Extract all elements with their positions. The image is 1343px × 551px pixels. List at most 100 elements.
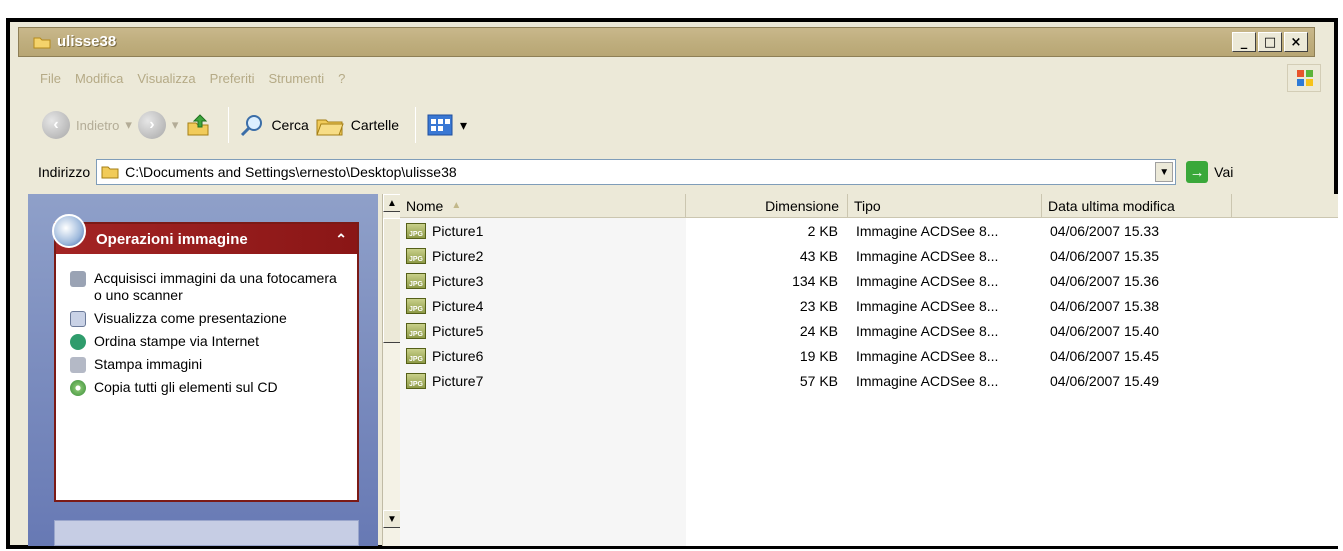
- task-list: Acquisisci immagini da una fotocamera o …: [70, 270, 347, 396]
- back-button[interactable]: ‹ Indietro ▾: [42, 111, 132, 139]
- go-label: Vai: [1214, 164, 1234, 180]
- file-name: Picture1: [432, 222, 484, 239]
- task-label: Acquisisci immagini da una fotocamera o …: [94, 270, 337, 303]
- file-size: 2 KB: [807, 222, 838, 239]
- task-order-prints[interactable]: Ordina stampe via Internet: [70, 333, 347, 350]
- file-type: Immagine ACDSee 8...: [856, 347, 999, 364]
- file-name: Picture3: [432, 272, 484, 289]
- collapse-icon[interactable]: ⌃: [335, 231, 347, 248]
- up-folder-button[interactable]: [184, 111, 212, 139]
- file-name: Picture2: [432, 247, 484, 264]
- file-date: 04/06/2007 15.45: [1050, 347, 1159, 364]
- views-button[interactable]: ▾: [426, 113, 467, 137]
- cd-icon: [70, 380, 86, 396]
- task-acquire-images[interactable]: Acquisisci immagini da una fotocamera o …: [70, 270, 347, 304]
- menu-modifica[interactable]: Modifica: [75, 71, 123, 86]
- go-button[interactable]: → Vai: [1186, 161, 1233, 183]
- table-row[interactable]: JPG Picture5 24 KB Immagine ACDSee 8... 04/0…: [400, 318, 1338, 343]
- jpg-file-icon: JPG: [406, 247, 426, 264]
- file-name-cell[interactable]: JPG Picture7: [400, 368, 686, 393]
- column-header-name[interactable]: Nome ▲: [400, 194, 686, 217]
- toolbar-separator: [415, 107, 417, 143]
- address-dropdown-button[interactable]: ▼: [1155, 162, 1174, 182]
- back-arrow-icon: ‹: [42, 111, 70, 139]
- jpg-file-icon: JPG: [406, 222, 426, 239]
- file-date: 04/06/2007 15.40: [1050, 322, 1159, 339]
- task-panel-header[interactable]: Operazioni immagine ⌃: [52, 214, 357, 254]
- column-date-label: Data ultima modifica: [1048, 197, 1175, 214]
- address-bar: Indirizzo C:\Documents and Settings\erne…: [28, 157, 1300, 187]
- file-date: 04/06/2007 15.33: [1050, 222, 1159, 239]
- maximize-button[interactable]: □: [1258, 32, 1282, 52]
- forward-button[interactable]: › ▾: [137, 111, 179, 139]
- menu-visualizza[interactable]: Visualizza: [137, 71, 195, 86]
- search-button[interactable]: Cerca: [239, 112, 309, 138]
- jpg-file-icon: JPG: [406, 272, 426, 289]
- chevron-down-icon: ▾: [171, 117, 179, 132]
- file-type: Immagine ACDSee 8...: [856, 222, 999, 239]
- file-date: 04/06/2007 15.35: [1050, 247, 1159, 264]
- close-button[interactable]: ×: [1284, 32, 1308, 52]
- menu-help[interactable]: ?: [338, 71, 345, 86]
- column-header-type[interactable]: Tipo: [848, 194, 1042, 217]
- image-tasks-panel: Operazioni immagine ⌃ Acquisisci immagin…: [52, 214, 359, 502]
- column-header-size[interactable]: Dimensione: [686, 194, 848, 217]
- file-name-cell[interactable]: JPG Picture4: [400, 293, 686, 318]
- table-row[interactable]: JPG Picture7 57 KB Immagine ACDSee 8... 04/0…: [400, 368, 1338, 393]
- file-date: 04/06/2007 15.36: [1050, 272, 1159, 289]
- file-name-cell[interactable]: JPG Picture5: [400, 318, 686, 343]
- menu-file[interactable]: File: [40, 71, 61, 86]
- menu-preferiti[interactable]: Preferiti: [210, 71, 255, 86]
- table-row[interactable]: JPG Picture3 134 KB Immagine ACDSee 8... 04/…: [400, 268, 1338, 293]
- camera-icon: [70, 271, 86, 287]
- table-row[interactable]: JPG Picture2 43 KB Immagine ACDSee 8... 04/0…: [400, 243, 1338, 268]
- column-type-label: Tipo: [854, 197, 881, 214]
- file-type: Immagine ACDSee 8...: [856, 247, 999, 264]
- task-slideshow[interactable]: Visualizza come presentazione: [70, 310, 347, 327]
- task-label: Visualizza come presentazione: [94, 310, 287, 326]
- file-type: Immagine ACDSee 8...: [856, 297, 999, 314]
- file-name-cell[interactable]: JPG Picture1: [400, 218, 686, 243]
- folders-label: Cartelle: [350, 117, 400, 133]
- task-copy-to-cd[interactable]: Copia tutti gli elementi sul CD: [70, 379, 347, 396]
- file-size: 57 KB: [799, 372, 838, 389]
- column-header-date[interactable]: Data ultima modifica: [1042, 194, 1232, 217]
- next-task-panel-header[interactable]: [54, 520, 359, 546]
- file-name: Picture6: [432, 347, 484, 364]
- file-name-cell[interactable]: JPG Picture2: [400, 243, 686, 268]
- scroll-up-button[interactable]: ▲: [383, 194, 401, 212]
- file-name: Picture7: [432, 372, 484, 389]
- file-date: 04/06/2007 15.49: [1050, 372, 1159, 389]
- table-row[interactable]: JPG Picture4 23 KB Immagine ACDSee 8... 04/0…: [400, 293, 1338, 318]
- minimize-button[interactable]: _: [1232, 32, 1256, 52]
- menu-strumenti[interactable]: Strumenti: [268, 71, 324, 86]
- sort-ascending-icon: ▲: [451, 200, 462, 211]
- printer-icon: [70, 357, 86, 373]
- folder-icon: [101, 166, 119, 179]
- folders-button[interactable]: Cartelle: [315, 112, 399, 138]
- chevron-down-icon: ▾: [460, 116, 468, 133]
- chevron-down-icon: ▾: [125, 117, 132, 132]
- list-header: Nome ▲ Dimensione Tipo Data ultima modif…: [400, 194, 1338, 218]
- task-label: Copia tutti gli elementi sul CD: [94, 379, 278, 395]
- address-field[interactable]: C:\Documents and Settings\ernesto\Deskto…: [96, 159, 1177, 185]
- table-row[interactable]: JPG Picture6 19 KB Immagine ACDSee 8... 04/0…: [400, 343, 1338, 368]
- scroll-thumb[interactable]: [383, 218, 401, 343]
- file-list: Nome ▲ Dimensione Tipo Data ultima modif…: [400, 194, 1338, 546]
- address-value: C:\Documents and Settings\ernesto\Deskto…: [125, 164, 457, 180]
- file-name-cell[interactable]: JPG Picture6: [400, 343, 686, 368]
- scroll-down-button[interactable]: ▼: [383, 510, 401, 528]
- task-pane-scrollbar[interactable]: ▲ ▼: [382, 194, 401, 546]
- folders-icon: [316, 119, 344, 136]
- window-title: ulisse38: [57, 33, 117, 50]
- menu-bar: File Modifica Visualizza Preferiti Strum…: [28, 64, 1300, 92]
- title-bar[interactable]: ulisse38 _ □ ×: [18, 27, 1315, 57]
- table-row[interactable]: JPG Picture1 2 KB Immagine ACDSee 8... 04/06…: [400, 218, 1338, 243]
- task-print-images[interactable]: Stampa immagini: [70, 356, 347, 373]
- windows-logo-icon: [1287, 64, 1321, 92]
- file-name-cell[interactable]: JPG Picture3: [400, 268, 686, 293]
- toolbar: ‹ Indietro ▾ › ▾ Cerca Cartelle ▾: [28, 100, 1300, 150]
- file-name: Picture4: [432, 297, 484, 314]
- task-panel-title: Operazioni immagine: [96, 230, 248, 248]
- up-folder-icon: [187, 114, 209, 136]
